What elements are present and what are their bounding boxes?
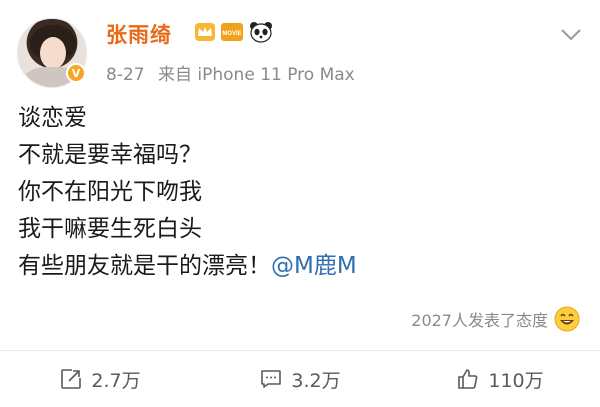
chevron-down-icon[interactable] [560,28,582,42]
comment-count: 3.2万 [291,369,341,392]
thumbs-up-icon [458,369,478,389]
reactions-summary[interactable]: 2027人发表了态度 [411,304,580,334]
verified-badge-icon: V [66,63,86,83]
repost-icon [61,369,82,389]
post-line: 有些朋友就是干的漂亮！@M鹿M [18,248,588,285]
post-header: V 张雨绮 MOVIE 8-27 来自 iPhone 11 Pro Max [0,0,600,95]
comment-button[interactable]: 3.2万 [200,351,400,407]
avatar-face [40,37,66,69]
action-bar: 2.7万 3.2万 110万 [0,351,600,407]
movie-badge-text: MOVIE [222,31,241,37]
reactions-summary-text: 2027人发表了态度 [411,311,548,330]
comment-icon [261,370,282,388]
post-meta: 8-27 来自 iPhone 11 Pro Max [106,60,363,85]
post-line-text: 有些朋友就是干的漂亮！ [18,253,271,279]
laugh-icon [554,306,580,332]
post-source: 来自 iPhone 11 Pro Max [158,65,355,85]
repost-button[interactable]: 2.7万 [0,351,200,407]
post-line: 不就是要幸福吗？ [18,142,202,168]
mention-link[interactable]: @M鹿M [271,253,357,279]
like-count: 110万 [488,369,544,392]
post-line: 谈恋爱 [18,105,87,131]
post-line: 你不在阳光下吻我 [18,179,202,205]
username[interactable]: 张雨绮 [106,19,172,49]
repost-count: 2.7万 [91,369,141,392]
movie-icon: MOVIE [221,23,243,41]
post-date: 8-27 [106,65,145,85]
post-line: 我干嘛要生死白头 [18,216,202,242]
post-body: 谈恋爱 不就是要幸福吗？ 你不在阳光下吻我 我干嘛要生死白头 有些朋友就是干的漂… [18,100,588,285]
crown-icon [195,23,215,41]
panda-icon [250,22,272,43]
like-button[interactable]: 110万 [400,351,600,407]
